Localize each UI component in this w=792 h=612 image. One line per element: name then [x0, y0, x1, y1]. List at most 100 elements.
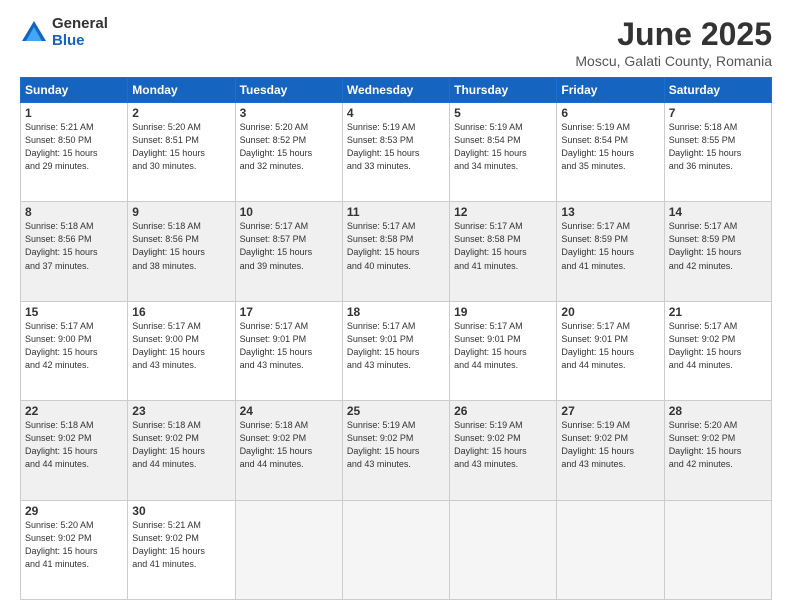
day-number: 18	[347, 305, 445, 319]
calendar-header-wednesday: Wednesday	[342, 78, 449, 103]
day-number: 23	[132, 404, 230, 418]
day-number: 16	[132, 305, 230, 319]
calendar-cell: 5Sunrise: 5:19 AMSunset: 8:54 PMDaylight…	[450, 103, 557, 202]
calendar-cell: 12Sunrise: 5:17 AMSunset: 8:58 PMDayligh…	[450, 202, 557, 301]
calendar-week-row-4: 22Sunrise: 5:18 AMSunset: 9:02 PMDayligh…	[21, 401, 772, 500]
page: General Blue June 2025 Moscu, Galati Cou…	[0, 0, 792, 612]
day-number: 22	[25, 404, 123, 418]
calendar-cell: 13Sunrise: 5:17 AMSunset: 8:59 PMDayligh…	[557, 202, 664, 301]
day-number: 25	[347, 404, 445, 418]
day-number: 28	[669, 404, 767, 418]
calendar-header-tuesday: Tuesday	[235, 78, 342, 103]
calendar-cell	[235, 500, 342, 599]
day-number: 14	[669, 205, 767, 219]
day-number: 3	[240, 106, 338, 120]
title-block: June 2025 Moscu, Galati County, Romania	[575, 16, 772, 69]
day-number: 1	[25, 106, 123, 120]
day-info: Sunrise: 5:21 AMSunset: 8:50 PMDaylight:…	[25, 121, 123, 173]
day-number: 19	[454, 305, 552, 319]
day-info: Sunrise: 5:17 AMSunset: 8:58 PMDaylight:…	[347, 220, 445, 272]
calendar-header-sunday: Sunday	[21, 78, 128, 103]
calendar-cell: 16Sunrise: 5:17 AMSunset: 9:00 PMDayligh…	[128, 301, 235, 400]
calendar-cell: 20Sunrise: 5:17 AMSunset: 9:01 PMDayligh…	[557, 301, 664, 400]
calendar-header-monday: Monday	[128, 78, 235, 103]
calendar-cell	[342, 500, 449, 599]
calendar-cell: 10Sunrise: 5:17 AMSunset: 8:57 PMDayligh…	[235, 202, 342, 301]
calendar-cell: 21Sunrise: 5:17 AMSunset: 9:02 PMDayligh…	[664, 301, 771, 400]
day-number: 26	[454, 404, 552, 418]
calendar-cell	[664, 500, 771, 599]
calendar-cell: 4Sunrise: 5:19 AMSunset: 8:53 PMDaylight…	[342, 103, 449, 202]
calendar-cell: 11Sunrise: 5:17 AMSunset: 8:58 PMDayligh…	[342, 202, 449, 301]
day-number: 5	[454, 106, 552, 120]
day-info: Sunrise: 5:19 AMSunset: 9:02 PMDaylight:…	[561, 419, 659, 471]
calendar-cell: 30Sunrise: 5:21 AMSunset: 9:02 PMDayligh…	[128, 500, 235, 599]
day-info: Sunrise: 5:17 AMSunset: 8:58 PMDaylight:…	[454, 220, 552, 272]
calendar-cell	[450, 500, 557, 599]
calendar-cell: 2Sunrise: 5:20 AMSunset: 8:51 PMDaylight…	[128, 103, 235, 202]
logo-general: General	[52, 16, 108, 33]
day-number: 21	[669, 305, 767, 319]
calendar-cell: 26Sunrise: 5:19 AMSunset: 9:02 PMDayligh…	[450, 401, 557, 500]
logo-text: General Blue	[52, 16, 108, 49]
calendar-cell: 9Sunrise: 5:18 AMSunset: 8:56 PMDaylight…	[128, 202, 235, 301]
day-info: Sunrise: 5:17 AMSunset: 9:01 PMDaylight:…	[240, 320, 338, 372]
day-info: Sunrise: 5:17 AMSunset: 9:00 PMDaylight:…	[132, 320, 230, 372]
day-number: 8	[25, 205, 123, 219]
day-number: 2	[132, 106, 230, 120]
day-info: Sunrise: 5:20 AMSunset: 8:51 PMDaylight:…	[132, 121, 230, 173]
calendar-cell: 1Sunrise: 5:21 AMSunset: 8:50 PMDaylight…	[21, 103, 128, 202]
day-info: Sunrise: 5:19 AMSunset: 9:02 PMDaylight:…	[454, 419, 552, 471]
calendar-week-row-2: 8Sunrise: 5:18 AMSunset: 8:56 PMDaylight…	[21, 202, 772, 301]
logo-icon	[20, 19, 48, 47]
day-info: Sunrise: 5:17 AMSunset: 9:01 PMDaylight:…	[454, 320, 552, 372]
calendar-cell: 25Sunrise: 5:19 AMSunset: 9:02 PMDayligh…	[342, 401, 449, 500]
header: General Blue June 2025 Moscu, Galati Cou…	[20, 16, 772, 69]
day-info: Sunrise: 5:20 AMSunset: 9:02 PMDaylight:…	[669, 419, 767, 471]
day-info: Sunrise: 5:17 AMSunset: 8:57 PMDaylight:…	[240, 220, 338, 272]
day-number: 11	[347, 205, 445, 219]
day-number: 4	[347, 106, 445, 120]
day-number: 7	[669, 106, 767, 120]
calendar-cell: 19Sunrise: 5:17 AMSunset: 9:01 PMDayligh…	[450, 301, 557, 400]
month-title: June 2025	[575, 16, 772, 53]
calendar-cell: 8Sunrise: 5:18 AMSunset: 8:56 PMDaylight…	[21, 202, 128, 301]
calendar-table: SundayMondayTuesdayWednesdayThursdayFrid…	[20, 77, 772, 600]
calendar-cell: 17Sunrise: 5:17 AMSunset: 9:01 PMDayligh…	[235, 301, 342, 400]
calendar-week-row-3: 15 Sunrise: 5:17 AMSunset: 9:00 PMDayligh…	[21, 301, 772, 400]
day-number: 27	[561, 404, 659, 418]
calendar-header-saturday: Saturday	[664, 78, 771, 103]
day-number: 13	[561, 205, 659, 219]
day-number: 30	[132, 504, 230, 518]
day-info: Sunrise: 5:19 AMSunset: 8:54 PMDaylight:…	[454, 121, 552, 173]
day-info: Sunrise: 5:20 AMSunset: 9:02 PMDaylight:…	[25, 519, 123, 571]
day-number: 10	[240, 205, 338, 219]
calendar-cell: 22Sunrise: 5:18 AMSunset: 9:02 PMDayligh…	[21, 401, 128, 500]
calendar-cell: 3Sunrise: 5:20 AMSunset: 8:52 PMDaylight…	[235, 103, 342, 202]
calendar-cell: 29Sunrise: 5:20 AMSunset: 9:02 PMDayligh…	[21, 500, 128, 599]
calendar-header-row: SundayMondayTuesdayWednesdayThursdayFrid…	[21, 78, 772, 103]
day-number: 20	[561, 305, 659, 319]
calendar-header-thursday: Thursday	[450, 78, 557, 103]
day-number: 24	[240, 404, 338, 418]
calendar-cell: 7Sunrise: 5:18 AMSunset: 8:55 PMDaylight…	[664, 103, 771, 202]
day-info: Sunrise: 5:19 AMSunset: 9:02 PMDaylight:…	[347, 419, 445, 471]
day-info: Sunrise: 5:17 AMSunset: 8:59 PMDaylight:…	[561, 220, 659, 272]
day-info: Sunrise: 5:20 AMSunset: 8:52 PMDaylight:…	[240, 121, 338, 173]
calendar-header-friday: Friday	[557, 78, 664, 103]
logo: General Blue	[20, 16, 108, 49]
day-info: Sunrise: 5:18 AMSunset: 8:56 PMDaylight:…	[132, 220, 230, 272]
day-number: 6	[561, 106, 659, 120]
subtitle: Moscu, Galati County, Romania	[575, 53, 772, 69]
day-info: Sunrise: 5:19 AMSunset: 8:54 PMDaylight:…	[561, 121, 659, 173]
day-info: Sunrise: 5:18 AMSunset: 9:02 PMDaylight:…	[25, 419, 123, 471]
day-info: Sunrise: 5:17 AMSunset: 9:01 PMDaylight:…	[561, 320, 659, 372]
day-number: 15	[25, 305, 123, 319]
calendar-cell: 18Sunrise: 5:17 AMSunset: 9:01 PMDayligh…	[342, 301, 449, 400]
day-info: Sunrise: 5:19 AMSunset: 8:53 PMDaylight:…	[347, 121, 445, 173]
day-number: 29	[25, 504, 123, 518]
calendar-week-row-5: 29Sunrise: 5:20 AMSunset: 9:02 PMDayligh…	[21, 500, 772, 599]
day-info: Sunrise: 5:18 AMSunset: 8:56 PMDaylight:…	[25, 220, 123, 272]
day-info: Sunrise: 5:18 AMSunset: 8:55 PMDaylight:…	[669, 121, 767, 173]
calendar-cell: 6Sunrise: 5:19 AMSunset: 8:54 PMDaylight…	[557, 103, 664, 202]
